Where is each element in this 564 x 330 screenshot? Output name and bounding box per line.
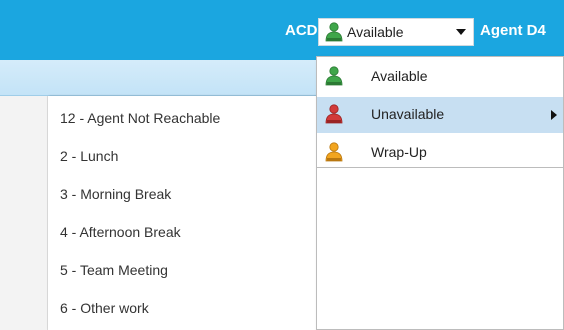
status-dropdown-menu: Available Unavailable Wrap-Up: [316, 56, 564, 330]
status-menu-label: Wrap-Up: [371, 144, 427, 160]
unavailable-reasons-submenu: 12 - Agent Not Reachable 2 - Lunch 3 - M…: [48, 96, 318, 330]
agent-orange-icon: [323, 141, 345, 168]
reason-item-6[interactable]: 6 - Other work: [48, 289, 318, 327]
status-menu-label: Unavailable: [371, 106, 445, 122]
current-status-text: Available: [347, 24, 404, 40]
agent-green-icon: [323, 21, 345, 48]
top-header-bar: ACD: Available Agent D4: [0, 0, 564, 60]
submenu-arrow-icon: [551, 110, 557, 120]
status-menu-label: Available: [371, 68, 428, 84]
reason-item-12[interactable]: 12 - Agent Not Reachable: [48, 99, 318, 137]
reason-item-3[interactable]: 3 - Morning Break: [48, 175, 318, 213]
reason-item-2[interactable]: 2 - Lunch: [48, 137, 318, 175]
reason-item-5[interactable]: 5 - Team Meeting: [48, 251, 318, 289]
agent-name-label: Agent D4: [480, 22, 546, 39]
status-menu-item-available[interactable]: Available: [317, 59, 563, 95]
acd-label: ACD:: [285, 22, 323, 39]
agent-red-icon: [323, 103, 345, 130]
status-menu-item-unavailable[interactable]: Unavailable: [317, 97, 563, 133]
agent-green-icon: [323, 65, 345, 92]
left-sidebar-panel: [0, 96, 48, 330]
status-menu-item-wrap-up[interactable]: Wrap-Up: [317, 135, 563, 171]
menu-divider: [317, 167, 563, 168]
acd-status-dropdown[interactable]: Available: [318, 18, 474, 46]
chevron-down-icon: [456, 29, 466, 35]
reason-item-4[interactable]: 4 - Afternoon Break: [48, 213, 318, 251]
